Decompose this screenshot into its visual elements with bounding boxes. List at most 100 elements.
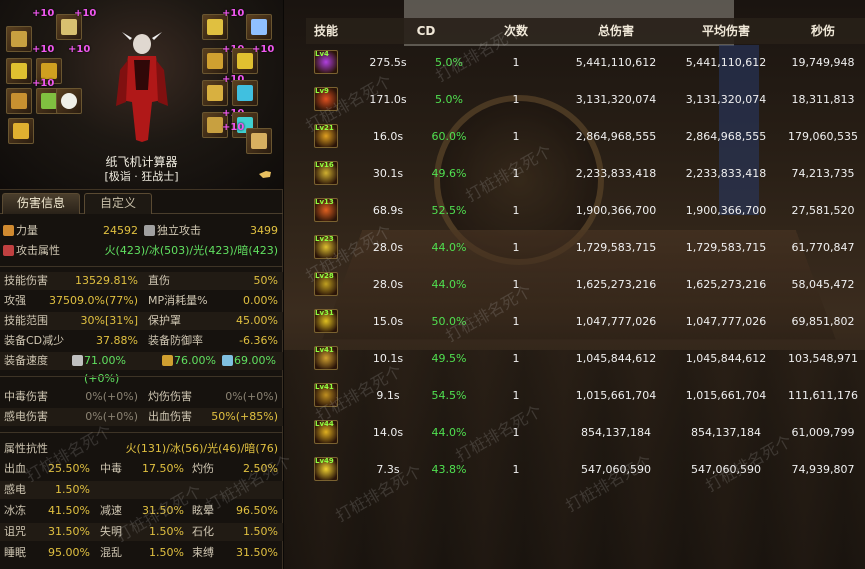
- stat-label: 装备速度: [4, 354, 48, 367]
- enhance-label: +10: [252, 44, 275, 55]
- table-row[interactable]: Lv28 28.0s 44.0% 1 1,625,273,216 1,625,273,21…: [306, 266, 865, 303]
- dps-cell: 103,548,971: [788, 352, 858, 365]
- col-header-dps[interactable]: 秒伤: [781, 22, 865, 40]
- equip-slot-emblem[interactable]: [246, 14, 272, 40]
- col-header-avg-damage[interactable]: 平均伤害: [676, 22, 776, 40]
- table-row[interactable]: Lv9 171.0s 5.0% 1 3,131,320,074 3,131,320,074…: [306, 81, 865, 118]
- dps-cell: 27,581,520: [791, 204, 855, 217]
- cd-reduction-cell: 5.0%: [435, 56, 463, 69]
- stat-row-resist: 属性抗性 火(131)/冰(56)/光(46)/暗(76): [0, 440, 283, 458]
- stat-value: 1.50%: [55, 483, 90, 496]
- stat-label: 力量: [16, 224, 38, 237]
- equip-slot-magic-stone[interactable]: [232, 80, 258, 106]
- table-row[interactable]: Lv13 68.9s 52.5% 1 1,900,366,700 1,900,366,70…: [306, 192, 865, 229]
- stat-value: 1.50%: [149, 525, 184, 538]
- dps-cell: 61,009,799: [791, 426, 855, 439]
- pointer-hand-icon[interactable]: [258, 168, 272, 180]
- stat-value: 50%(+85%): [211, 410, 278, 423]
- avg-damage-cell: 547,060,590: [691, 463, 761, 476]
- stat-label: 睡眠: [4, 546, 26, 559]
- stat-value: 37.88%: [96, 334, 138, 347]
- total-damage-cell: 5,441,110,612: [575, 56, 657, 69]
- character-avatar: [116, 32, 168, 142]
- count-cell: 1: [512, 93, 520, 106]
- skill-level-badge: Lv31: [315, 309, 334, 317]
- cd-reduction-cell: 44.0%: [431, 278, 467, 291]
- table-row[interactable]: Lv21 16.0s 60.0% 1 2,864,968,555 2,864,968,55…: [306, 118, 865, 155]
- stat-value: 31.50%: [48, 525, 90, 538]
- dps-cell: 69,851,802: [791, 315, 855, 328]
- stat-label: 灼伤: [192, 462, 214, 475]
- cd-reduction-cell: 49.6%: [431, 167, 467, 180]
- skill-level-badge: Lv21: [315, 124, 334, 132]
- stat-value: 69.00%: [234, 354, 276, 367]
- table-row[interactable]: Lv49 7.3s 43.8% 1 547,060,590 547,060,590 74,9…: [306, 451, 865, 488]
- count-cell: 1: [512, 278, 520, 291]
- stat-label: 装备防御率: [148, 334, 203, 347]
- equip-slot-shoes[interactable]: [8, 118, 34, 144]
- table-row[interactable]: Lv4 275.5s 5.0% 1 5,441,110,612 5,441,110,612…: [306, 44, 865, 81]
- divider: [0, 376, 283, 377]
- table-row[interactable]: Lv44 14.0s 44.0% 1 854,137,184 854,137,184 61,…: [306, 414, 865, 451]
- skill-level-badge: Lv16: [315, 161, 334, 169]
- equip-slot-shoulder[interactable]: [6, 58, 32, 84]
- cd-cell: 28.0s: [372, 278, 404, 291]
- equip-slot-belt[interactable]: [6, 88, 32, 114]
- table-row[interactable]: Lv41 10.1s 49.5% 1 1,045,844,612 1,045,844,61…: [306, 340, 865, 377]
- stat-value: 17.50%: [142, 462, 184, 475]
- stat-value: 火(131)/冰(56)/光(46)/暗(76): [125, 442, 278, 455]
- stat-value: 71.00%(+0%): [84, 354, 126, 385]
- cd-cell: 68.9s: [372, 204, 404, 217]
- stat-value: 0%(+0%): [85, 410, 138, 423]
- stat-value: 37509.0%(77%): [49, 294, 138, 307]
- skill-level-badge: Lv28: [315, 272, 334, 280]
- skill-level-badge: Lv44: [315, 420, 334, 428]
- stat-value: 31.50%: [142, 504, 184, 517]
- col-header-skill[interactable]: 技能: [306, 22, 346, 40]
- total-damage-cell: 1,015,661,704: [575, 389, 657, 402]
- avg-damage-cell: 1,625,273,216: [685, 278, 767, 291]
- strength-icon: [3, 225, 14, 236]
- stat-label: 灼伤伤害: [148, 390, 192, 403]
- character-equipment-view: +10 +10 +10 +10 +10 +10 +10 +10 +10 +10 …: [0, 0, 283, 190]
- stat-label: 保护罩: [148, 314, 181, 327]
- count-cell: 1: [512, 315, 520, 328]
- stat-label: 混乱: [100, 546, 122, 559]
- stat-label: 属性抗性: [4, 442, 48, 455]
- count-cell: 1: [512, 426, 520, 439]
- tab-damage-info[interactable]: 伤害信息: [2, 193, 80, 214]
- table-row[interactable]: Lv23 28.0s 44.0% 1 1,729,583,715 1,729,583,71…: [306, 229, 865, 266]
- tab-custom[interactable]: 自定义: [84, 193, 152, 214]
- table-row[interactable]: Lv41 9.1s 54.5% 1 1,015,661,704 1,015,661,704…: [306, 377, 865, 414]
- cd-reduction-cell: 50.0%: [431, 315, 467, 328]
- table-row[interactable]: Lv31 15.0s 50.0% 1 1,047,777,026 1,047,777,02…: [306, 303, 865, 340]
- divider: [0, 432, 283, 433]
- dps-cell: 74,213,735: [791, 167, 855, 180]
- element-icon: [3, 245, 14, 256]
- stat-label: 眩晕: [192, 504, 214, 517]
- avg-damage-cell: 5,441,110,612: [685, 56, 767, 69]
- cast-speed-icon: [162, 355, 173, 366]
- cd-cell: 15.0s: [372, 315, 404, 328]
- stat-value: 0%(+0%): [225, 390, 278, 403]
- cd-cell: 171.0s: [369, 93, 407, 106]
- enhance-label: +10: [32, 44, 55, 55]
- col-header-total-damage[interactable]: 总伤害: [561, 22, 671, 40]
- count-cell: 1: [512, 241, 520, 254]
- panel-tabs: 伤害信息 自定义: [0, 192, 283, 214]
- skill-level-badge: Lv41: [315, 383, 334, 391]
- stat-label: 诅咒: [4, 525, 26, 538]
- total-damage-cell: 1,625,273,216: [575, 278, 657, 291]
- equip-slot-weapon[interactable]: [6, 26, 32, 52]
- equip-slot-subweapon[interactable]: [246, 128, 272, 154]
- enhance-label: +10: [68, 44, 91, 55]
- table-row[interactable]: Lv16 30.1s 49.6% 1 2,233,833,418 2,233,833,41…: [306, 155, 865, 192]
- col-header-count[interactable]: 次数: [496, 22, 536, 40]
- move-speed-icon: [222, 355, 233, 366]
- count-cell: 1: [512, 56, 520, 69]
- cd-reduction-cell: 5.0%: [435, 93, 463, 106]
- stat-label: 冰冻: [4, 504, 26, 517]
- total-damage-cell: 1,729,583,715: [575, 241, 657, 254]
- col-header-cd[interactable]: CD: [386, 22, 466, 40]
- equip-slot-pet[interactable]: [56, 88, 82, 114]
